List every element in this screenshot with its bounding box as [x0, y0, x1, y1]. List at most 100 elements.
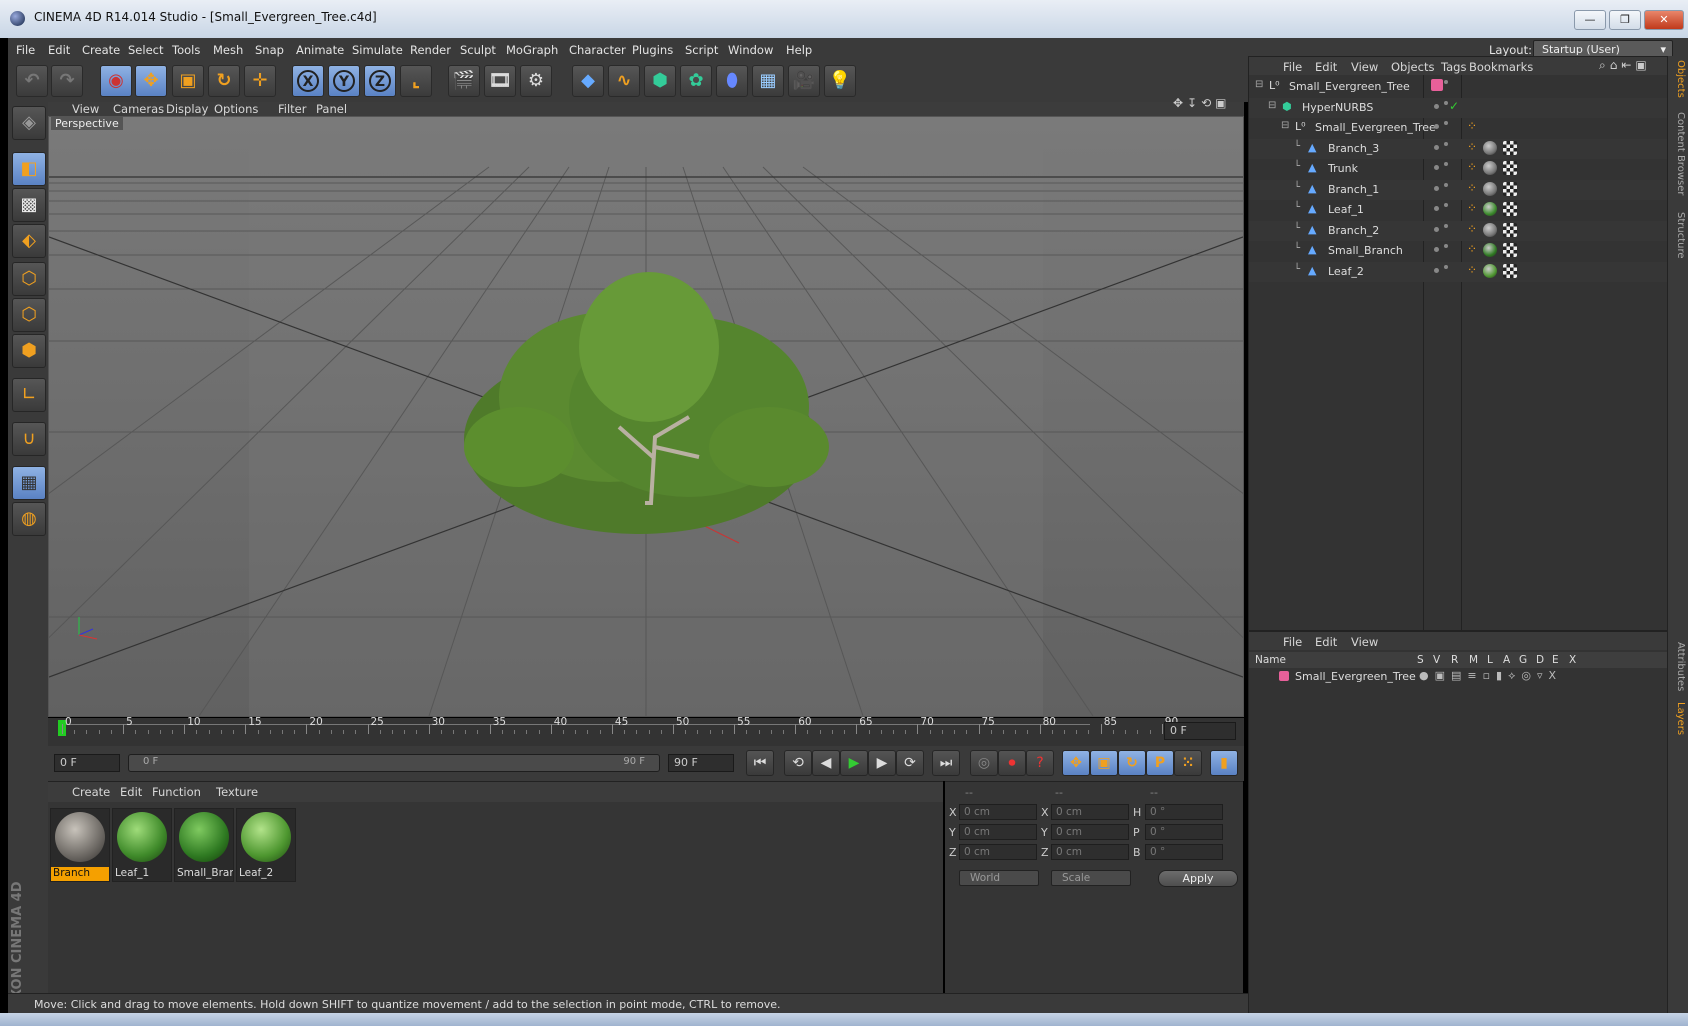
render-visibility-dot[interactable]	[1444, 121, 1448, 125]
object-name[interactable]: Leaf_1	[1328, 203, 1364, 216]
workplane-mode-icon[interactable]: ⬖	[12, 224, 46, 258]
editor-visibility-dot[interactable]	[1434, 124, 1439, 129]
phong-tag-icon[interactable]: ⁘	[1467, 201, 1477, 215]
object-row[interactable]: ⊟ L⁰ Small_Evergreen_Tree ⁘	[1249, 118, 1667, 138]
timeline-ruler[interactable]: 051015202530354045505560657075808590 0 F	[48, 716, 1244, 746]
axis-mode-icon[interactable]: ∟	[12, 378, 46, 412]
menu-edit[interactable]: Edit	[48, 43, 70, 57]
render-picture-viewer-icon[interactable]: 🎞	[484, 65, 516, 97]
viewport-menu-view[interactable]: View	[72, 102, 99, 116]
light-icon[interactable]: 💡	[824, 65, 856, 97]
phong-tag-icon[interactable]: ⁘	[1467, 140, 1477, 154]
minimize-button[interactable]: —	[1574, 10, 1606, 30]
next-frame-icon[interactable]: ▶	[868, 750, 896, 776]
editor-visibility-dot[interactable]	[1434, 247, 1439, 252]
coordinate-space-select[interactable]: World	[959, 870, 1039, 886]
previous-frame-icon[interactable]: ◀	[812, 750, 840, 776]
layer-col-solo[interactable]: S	[1417, 654, 1424, 666]
object-row[interactable]: └ ▲ Branch_1 ⁘	[1249, 179, 1667, 200]
subdivision-surface-icon[interactable]: ⬢	[644, 65, 676, 97]
cube-primitive-icon[interactable]: ◆	[572, 65, 604, 97]
material-tag-icon[interactable]	[1483, 161, 1497, 175]
menu-sculpt[interactable]: Sculpt	[460, 43, 496, 57]
side-tab-layers[interactable]: Layers	[1670, 702, 1686, 735]
layer-col-animation[interactable]: A	[1503, 654, 1510, 666]
layer-menu-view[interactable]: View	[1351, 635, 1378, 649]
render-visibility-dot[interactable]	[1444, 264, 1448, 269]
object-name[interactable]: Branch_1	[1328, 183, 1379, 196]
object-row[interactable]: └ ▲ Small_Branch ⁘	[1249, 241, 1667, 261]
render-visibility-dot[interactable]	[1444, 244, 1448, 248]
render-visibility-dot[interactable]	[1444, 141, 1448, 146]
rot-b-field[interactable]: 0 °	[1145, 844, 1223, 860]
viewport-navigation-icons[interactable]: ✥↧⟲▣	[1173, 96, 1231, 110]
object-name[interactable]: Small_Evergreen_Tree	[1289, 80, 1410, 93]
object-row[interactable]: ⊟ ⬢ HyperNURBS ✓	[1249, 97, 1667, 118]
uvw-tag-icon[interactable]	[1503, 263, 1517, 278]
uvw-tag-icon[interactable]	[1503, 202, 1517, 216]
object-row[interactable]: ⊟ L⁰ Small_Evergreen_Tree	[1249, 77, 1667, 97]
polygons-mode-icon[interactable]: ⬢	[12, 334, 46, 368]
layer-col-locked[interactable]: L	[1487, 654, 1493, 666]
viewport-menu-options[interactable]: Options	[214, 102, 258, 116]
material-tag-icon[interactable]	[1483, 222, 1497, 237]
object-menu-view[interactable]: View	[1351, 60, 1378, 74]
redo-button[interactable]: ↷	[51, 65, 83, 97]
pos-y-field[interactable]: 0 cm	[959, 824, 1037, 840]
material-menu-function[interactable]: Function	[152, 785, 201, 799]
floor-environment-icon[interactable]: ▦	[752, 65, 784, 97]
editor-visibility-dot[interactable]	[1434, 144, 1439, 150]
snap-magnet-icon[interactable]: ∪	[12, 422, 46, 456]
object-menu-file[interactable]: File	[1283, 60, 1302, 74]
previous-key-icon[interactable]: ⟲	[784, 750, 812, 776]
model-mode-icon[interactable]: ◧	[12, 152, 46, 186]
viewport-menu-filter[interactable]: Filter	[278, 102, 306, 116]
start-frame-field[interactable]: 0 F	[54, 754, 120, 772]
z-axis-lock-button[interactable]: Z	[364, 65, 396, 97]
render-visibility-dot[interactable]	[1444, 80, 1448, 84]
record-keys-icon[interactable]: ⏺	[998, 750, 1026, 776]
layer-col-generators[interactable]: G	[1519, 654, 1527, 666]
pos-z-field[interactable]: 0 cm	[959, 844, 1037, 860]
render-visibility-dot[interactable]	[1444, 203, 1448, 207]
render-visibility-dot[interactable]	[1444, 100, 1448, 105]
layer-menu-file[interactable]: File	[1283, 635, 1302, 649]
texture-mode-icon[interactable]: ▩	[12, 188, 46, 222]
object-menu-tags[interactable]: Tags	[1441, 60, 1466, 74]
layer-col-deformers[interactable]: D	[1536, 654, 1544, 666]
collapse-icon[interactable]: ⊟	[1281, 120, 1289, 131]
material-menu-edit[interactable]: Edit	[120, 785, 142, 799]
live-selection-icon[interactable]: ◉	[100, 65, 132, 97]
uvw-tag-icon[interactable]	[1503, 140, 1517, 155]
menu-script[interactable]: Script	[685, 43, 718, 57]
collapse-icon[interactable]: ⊟	[1268, 100, 1276, 111]
object-name[interactable]: Small_Branch	[1328, 244, 1403, 257]
object-name[interactable]: Leaf_2	[1328, 265, 1364, 278]
motion-record-icon[interactable]: ◎	[970, 750, 998, 776]
layer-toggle-icons[interactable]: ●▣▤≡▫▮⟡◎▿X	[1419, 669, 1562, 683]
move-tool-icon[interactable]: ✥	[135, 65, 167, 97]
workplane-lock-icon[interactable]: ▦	[12, 466, 46, 500]
editor-visibility-dot[interactable]	[1434, 267, 1439, 273]
object-manager-nav-icons[interactable]: ⌕⌂⇤▣	[1599, 58, 1651, 73]
recent-tools-icon[interactable]: ✛	[244, 65, 276, 97]
viewport-menu-cameras[interactable]: Cameras	[113, 102, 164, 116]
render-visibility-dot[interactable]	[1444, 182, 1448, 187]
side-tab-content-browser[interactable]: Content Browser	[1670, 112, 1686, 195]
menu-animate[interactable]: Animate	[296, 43, 344, 57]
uvw-tag-icon[interactable]	[1503, 181, 1517, 196]
object-name[interactable]: HyperNURBS	[1302, 101, 1373, 114]
menu-plugins[interactable]: Plugins	[632, 43, 673, 57]
material-swatch-small-branch[interactable]: Small_Bran	[174, 808, 234, 882]
timeline-window-icon[interactable]: ▮	[1210, 750, 1238, 776]
render-visibility-dot[interactable]	[1444, 162, 1448, 166]
object-row[interactable]: └ ▲ Leaf_2 ⁘	[1249, 261, 1667, 282]
object-row[interactable]: └ ▲ Branch_2 ⁘	[1249, 220, 1667, 241]
menu-mesh[interactable]: Mesh	[213, 43, 243, 57]
material-tag-icon[interactable]	[1483, 140, 1497, 155]
soft-selection-icon[interactable]: ◍	[12, 502, 46, 536]
uvw-tag-icon[interactable]	[1503, 243, 1517, 257]
material-tag-icon[interactable]	[1483, 181, 1497, 196]
size-z-field[interactable]: 0 cm	[1051, 844, 1129, 860]
menu-help[interactable]: Help	[786, 43, 812, 57]
